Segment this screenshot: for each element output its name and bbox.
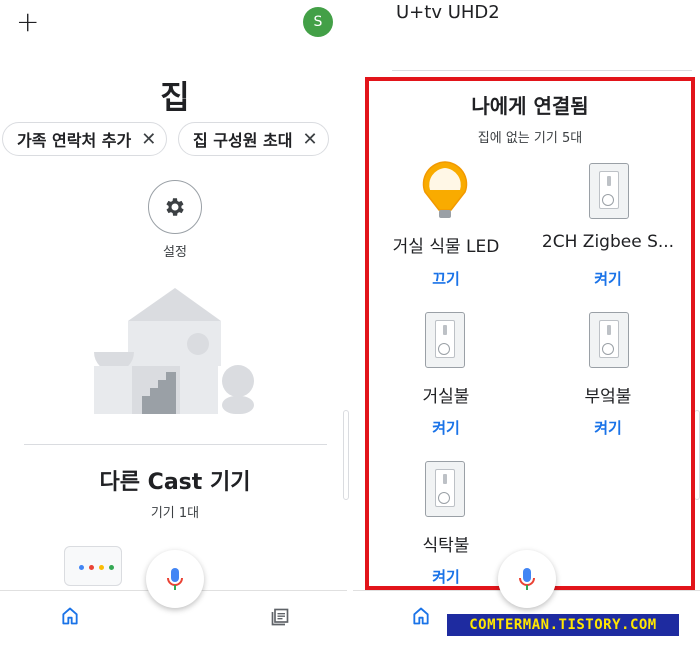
feed-icon[interactable]: [270, 607, 290, 627]
watermark: COMTERMAN.TISTORY.COM: [447, 614, 679, 636]
home-icon[interactable]: [411, 606, 431, 626]
device-toggle-button[interactable]: 켜기: [366, 417, 526, 438]
cast-section-title: 다른 Cast 기기: [99, 470, 251, 495]
settings-button[interactable]: [148, 180, 202, 234]
switch-icon: [425, 312, 465, 368]
chip-invite-member[interactable]: 집 구성원 초대 ✕: [178, 122, 329, 156]
home-icon[interactable]: [60, 606, 80, 626]
device-name: 식탁불: [422, 536, 470, 556]
speaker-lights: [79, 565, 114, 570]
tv-device-title: U+tv UHD2: [396, 2, 500, 23]
switch-icon: [425, 461, 465, 517]
assistant-mic-button[interactable]: [498, 550, 556, 608]
settings-label: 설정: [163, 245, 187, 260]
highlight-box: [365, 77, 695, 590]
chip-add-family-contact[interactable]: 가족 연락처 추가 ✕: [2, 122, 168, 156]
cast-device-count: 기기 1대: [150, 506, 200, 521]
section-divider: [24, 444, 327, 445]
device-toggle-button[interactable]: 켜기: [528, 417, 688, 438]
device-name: 2CH Zigbee S...: [541, 232, 675, 252]
mic-icon: [519, 568, 535, 590]
device-toggle-button[interactable]: 켜기: [528, 268, 688, 289]
page-title: 집: [160, 78, 190, 116]
avatar[interactable]: S: [303, 7, 333, 37]
linked-device-count: 집에 없는 기기 5대: [477, 131, 583, 146]
chip-label: 집 구성원 초대: [193, 131, 293, 150]
device-toggle-button[interactable]: 끄기: [366, 268, 526, 289]
device-name: 거실 식물 LED: [392, 237, 500, 257]
add-icon[interactable]: +: [16, 6, 39, 38]
bulb-icon: [422, 161, 468, 218]
section-divider: [392, 70, 692, 71]
close-icon[interactable]: ✕: [302, 129, 317, 150]
gear-icon: [166, 198, 184, 216]
assistant-mic-button[interactable]: [146, 550, 204, 608]
mic-icon: [167, 568, 183, 590]
house-illustration: [94, 288, 254, 414]
side-card-edge: [343, 410, 349, 500]
device-name: 거실불: [422, 387, 470, 407]
cast-speaker-device[interactable]: [64, 546, 122, 586]
switch-icon: [589, 163, 629, 219]
close-icon[interactable]: ✕: [141, 129, 156, 150]
device-name: 부엌불: [584, 387, 632, 407]
chip-label: 가족 연락처 추가: [17, 131, 132, 150]
switch-icon: [589, 312, 629, 368]
linked-section-title: 나에게 연결됨: [471, 94, 589, 118]
